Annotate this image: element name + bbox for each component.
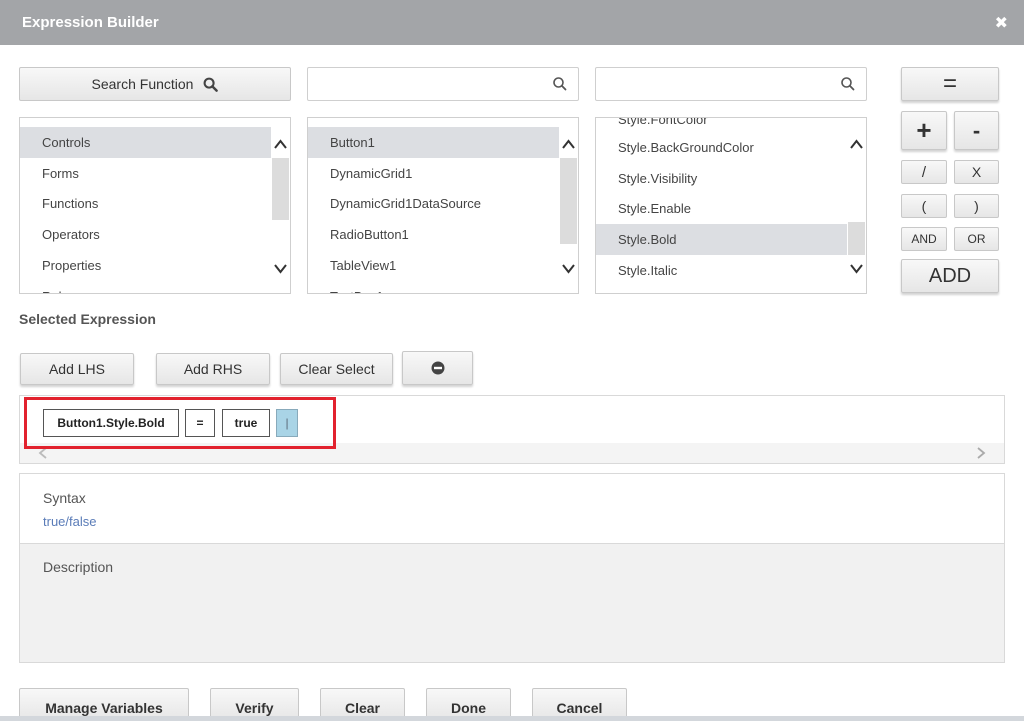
list-item[interactable]: Style.Enable (596, 193, 848, 224)
category-scrollbar[interactable] (271, 118, 290, 293)
equals-button[interactable]: = (901, 67, 999, 101)
chevron-up-icon[interactable] (273, 138, 288, 150)
list-item[interactable]: Properties (20, 250, 272, 281)
minus-button[interactable]: - (954, 111, 999, 150)
chevron-down-icon[interactable] (849, 263, 864, 275)
list-item[interactable]: TableView1 (308, 250, 560, 281)
add-lhs-button[interactable]: Add LHS (20, 353, 134, 385)
clear-select-button[interactable]: Clear Select (280, 353, 393, 385)
chevron-down-icon[interactable] (273, 263, 288, 275)
add-button[interactable]: ADD (901, 259, 999, 293)
list-item[interactable]: Button1 (308, 127, 560, 158)
window-title: Expression Builder (22, 14, 159, 31)
list-item[interactable]: TextBox1 (308, 281, 560, 293)
and-button[interactable]: AND (901, 227, 947, 251)
scroll-thumb[interactable] (560, 158, 577, 244)
scroll-thumb[interactable] (272, 158, 289, 220)
close-icon[interactable]: ✖ (995, 13, 1008, 33)
syntax-panel: Syntax true/false (19, 473, 1005, 544)
search-function-button[interactable]: Search Function (19, 67, 291, 101)
list-item[interactable]: Forms (20, 158, 272, 189)
property-scrollbar[interactable] (847, 118, 866, 293)
search-icon[interactable] (552, 76, 568, 92)
plus-button[interactable]: + (901, 111, 947, 150)
search-function-label: Search Function (91, 76, 194, 92)
minus-circle-icon (431, 361, 444, 375)
open-paren-button[interactable]: ( (901, 194, 947, 218)
list-item[interactable]: Functions (20, 188, 272, 219)
property-search-input[interactable] (604, 68, 834, 100)
multiply-button[interactable]: X (954, 160, 999, 184)
search-icon[interactable] (840, 76, 856, 92)
object-search-input[interactable] (316, 68, 546, 100)
or-button[interactable]: OR (954, 227, 999, 251)
scroll-thumb[interactable] (848, 222, 865, 255)
syntax-value: true/false (43, 514, 97, 529)
title-bar: Expression Builder ✖ (0, 0, 1024, 45)
divide-button[interactable]: / (901, 160, 947, 184)
remove-token-button[interactable] (402, 351, 473, 385)
list-item[interactable]: RadioButton1 (308, 219, 560, 250)
selected-expression-label: Selected Expression (19, 311, 156, 327)
add-rhs-button[interactable]: Add RHS (156, 353, 270, 385)
object-search-box (307, 67, 579, 101)
chevron-down-icon[interactable] (561, 263, 576, 275)
list-item[interactable]: DynamicGrid1 (308, 158, 560, 189)
chevron-up-icon[interactable] (849, 138, 864, 150)
chevron-up-icon[interactable] (561, 138, 576, 150)
object-list: Button1 DynamicGrid1 DynamicGrid1DataSou… (307, 117, 579, 294)
category-list: Controls Forms Functions Operators Prope… (19, 117, 291, 294)
property-list: Style.FontColor Style.BackGroundColor St… (595, 117, 867, 294)
object-scrollbar[interactable] (559, 118, 578, 293)
list-item[interactable]: Style.Italic (596, 255, 848, 286)
description-panel: Description (19, 543, 1005, 663)
search-icon (204, 77, 219, 92)
list-item[interactable]: Rules (20, 281, 272, 293)
list-item[interactable]: Controls (20, 127, 272, 158)
description-label: Description (43, 559, 114, 575)
expression-highlight (24, 397, 336, 449)
list-item[interactable]: Style.Visibility (596, 163, 848, 194)
close-paren-button[interactable]: ) (954, 194, 999, 218)
list-item[interactable]: Operators (20, 219, 272, 250)
syntax-label: Syntax (43, 490, 86, 506)
chevron-right-icon[interactable] (976, 447, 986, 459)
property-search-box (595, 67, 867, 101)
list-item[interactable]: Style.Bold (596, 224, 848, 255)
list-item[interactable]: DynamicGrid1DataSource (308, 188, 560, 219)
list-item[interactable]: Style.BackGroundColor (596, 132, 848, 163)
bottom-strip (0, 716, 1024, 721)
